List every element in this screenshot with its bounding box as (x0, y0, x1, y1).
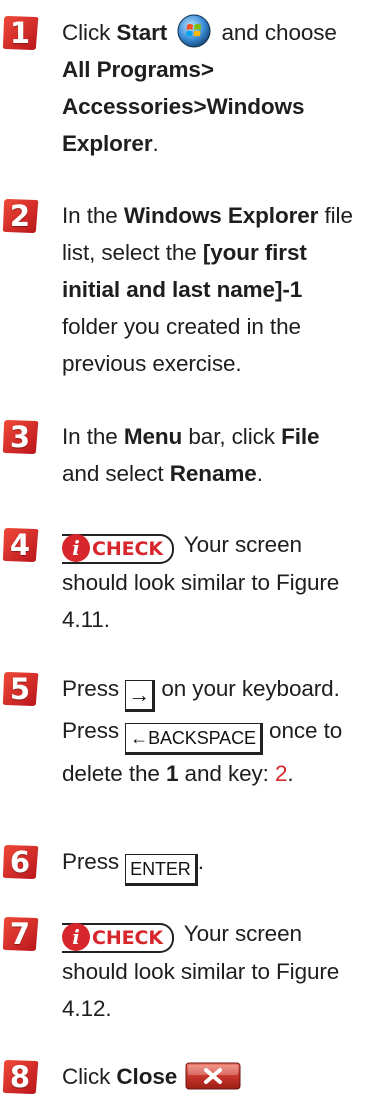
info-icon: i (62, 923, 90, 951)
step-number: 8 (9, 1060, 31, 1094)
enter-key: ENTER (125, 854, 198, 886)
info-icon: i (62, 534, 90, 562)
step-text: In the Menu bar, click File and select R… (62, 424, 320, 486)
step-number: 4 (9, 528, 31, 562)
step-number-badge: 1 (0, 14, 40, 52)
step-text: i CHECK Your screen should look similar t… (62, 532, 340, 632)
backspace-key: ←BACKSPACE (125, 723, 263, 755)
step-text: Click Close (62, 1058, 362, 1095)
step-text: Press ENTER. (62, 843, 362, 886)
step-number-badge: 7 (0, 915, 40, 953)
close-button-icon[interactable] (185, 1062, 241, 1090)
step-number-badge: 5 (0, 670, 40, 708)
step-number-badge: 6 (0, 843, 40, 881)
check-badge: i CHECK (62, 534, 174, 564)
step-text: In the Windows Explorer file list, selec… (62, 203, 353, 376)
check-badge: i CHECK (62, 923, 174, 953)
step-number: 7 (9, 917, 31, 951)
start-label: Start (116, 20, 168, 45)
step-number: 2 (9, 199, 31, 233)
step-text: i CHECK Your screen should look similar t… (62, 921, 340, 1021)
step-number: 3 (9, 420, 31, 454)
step-number-badge: 8 (0, 1058, 40, 1096)
step-number-badge: 3 (0, 418, 40, 456)
right-arrow-key: → (125, 680, 156, 712)
step-number-badge: 4 (0, 526, 40, 564)
step-number-badge: 2 (0, 197, 40, 235)
step-number: 6 (9, 845, 31, 879)
step-number: 5 (9, 672, 31, 706)
step-number: 1 (9, 16, 31, 50)
windows-start-orb-icon[interactable] (177, 14, 211, 48)
step-text: Click Start and choose All Programs> Acc… (62, 14, 362, 162)
step-text: Press → on your keyboard. Press ←BACKSPA… (62, 676, 343, 786)
